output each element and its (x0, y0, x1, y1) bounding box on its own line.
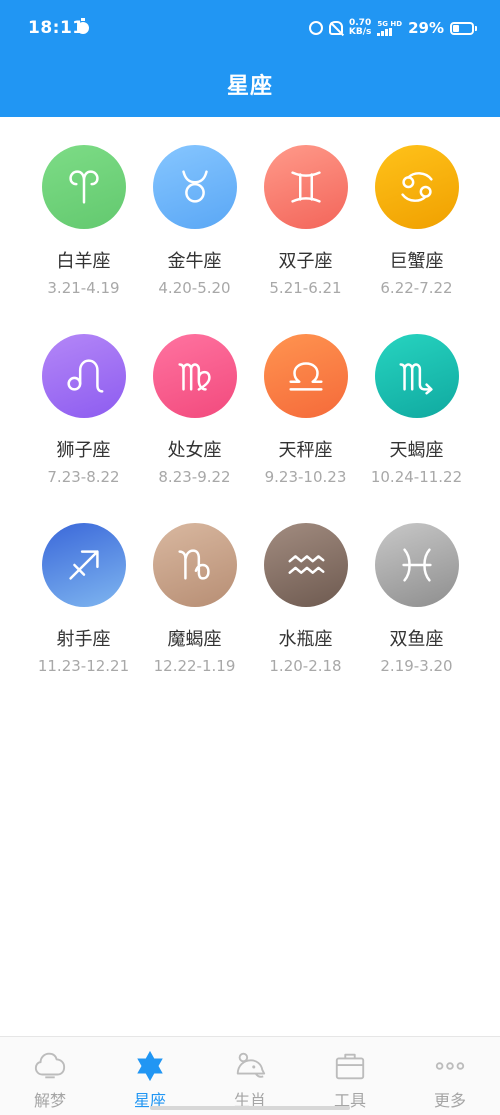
aries-icon (61, 164, 107, 210)
zodiac-name: 狮子座 (56, 440, 111, 461)
zodiac-badge[interactable] (41, 334, 126, 418)
page-title: 星座 (226, 74, 273, 99)
zodiac-dates: 1.20-2.18 (269, 657, 342, 675)
zodiac-item-aquarius[interactable]: 水瓶座 1.20-2.18 (250, 523, 361, 712)
zodiac-badge[interactable] (152, 145, 237, 229)
nav-label: 解梦 (33, 1091, 66, 1110)
zodiac-name: 魔蝎座 (167, 629, 222, 650)
zodiac-item-cancer[interactable]: 巨蟹座 6.22-7.22 (361, 145, 472, 334)
status-bar: 18:11 0.70 KB/s 5G HD 29% (0, 0, 500, 60)
zodiac-badge[interactable] (263, 145, 348, 229)
status-right-icons: 0.70 KB/s 5G HD 29% (308, 16, 477, 40)
zodiac-name: 双鱼座 (389, 629, 444, 650)
aquarius-icon (283, 542, 329, 588)
zodiac-item-capricorn[interactable]: 魔蝎座 12.22-1.19 (139, 523, 250, 712)
nav-item-cloud[interactable]: 解梦 (0, 1037, 100, 1115)
zodiac-name: 天蝎座 (389, 440, 444, 461)
zodiac-badge[interactable] (152, 334, 237, 418)
top-app-bar: 18:11 0.70 KB/s 5G HD 29% 星座 (0, 0, 500, 117)
zodiac-name: 金牛座 (167, 251, 222, 272)
taurus-icon (172, 164, 218, 210)
zodiac-grid: 白羊座 3.21-4.19 金牛座 4.20-5.20 双子座 5.21-6.21 巨蟹座 6… (28, 145, 472, 712)
zodiac-name: 处女座 (167, 440, 222, 461)
zodiac-name: 射手座 (56, 629, 111, 650)
nav-item-toolbox[interactable]: 工具 (300, 1037, 400, 1115)
alarm-icon (308, 21, 323, 35)
network-speed-unit: KB/s (348, 27, 372, 37)
zodiac-item-aries[interactable]: 白羊座 3.21-4.19 (28, 145, 139, 334)
zodiac-dates: 5.21-6.21 (269, 279, 342, 297)
battery-percent: 29% (408, 19, 444, 37)
nav-item-more-dots[interactable]: 更多 (400, 1037, 500, 1115)
mouse-icon (233, 1049, 267, 1083)
zodiac-name: 天秤座 (278, 440, 333, 461)
battery-icon (450, 21, 477, 35)
network-speed: 0.70 KB/s (349, 19, 371, 37)
zodiac-item-gemini[interactable]: 双子座 5.21-6.21 (250, 145, 361, 334)
zodiac-badge[interactable] (263, 334, 348, 418)
virgo-icon (172, 353, 218, 399)
libra-icon (283, 353, 329, 399)
stopwatch-icon (77, 18, 89, 34)
zodiac-dates: 11.23-12.21 (37, 657, 130, 675)
zodiac-dates: 2.19-3.20 (380, 657, 453, 675)
signal-indicator: 5G HD (377, 20, 402, 36)
zodiac-item-virgo[interactable]: 处女座 8.23-9.22 (139, 334, 250, 523)
zodiac-name: 双子座 (278, 251, 333, 272)
zodiac-name: 巨蟹座 (389, 251, 444, 272)
toolbox-icon (333, 1049, 367, 1083)
battery-fill (453, 24, 459, 32)
star-icon (133, 1049, 167, 1083)
zodiac-item-taurus[interactable]: 金牛座 4.20-5.20 (139, 145, 250, 334)
zodiac-badge[interactable] (152, 523, 237, 607)
bottom-navigation: 解梦 星座 生肖 工具更多 (0, 1036, 500, 1115)
zodiac-badge[interactable] (374, 334, 459, 418)
zodiac-item-leo[interactable]: 狮子座 7.23-8.22 (28, 334, 139, 523)
nav-item-star[interactable]: 星座 (100, 1037, 200, 1115)
zodiac-name: 水瓶座 (278, 629, 333, 650)
network-type: 5G HD (377, 20, 403, 28)
zodiac-dates: 8.23-9.22 (158, 468, 231, 486)
pisces-icon (394, 542, 440, 588)
zodiac-badge[interactable] (41, 523, 126, 607)
zodiac-name: 白羊座 (56, 251, 111, 272)
zodiac-dates: 6.22-7.22 (380, 279, 453, 297)
zodiac-badge[interactable] (374, 145, 459, 229)
sagittarius-icon (61, 542, 107, 588)
home-indicator[interactable] (150, 1106, 350, 1110)
nav-label: 更多 (433, 1091, 466, 1110)
zodiac-item-pisces[interactable]: 双鱼座 2.19-3.20 (361, 523, 472, 712)
signal-bars-icon (377, 28, 402, 36)
scorpio-icon (394, 353, 440, 399)
zodiac-dates: 3.21-4.19 (47, 279, 120, 297)
zodiac-item-scorpio[interactable]: 天蝎座 10.24-11.22 (361, 334, 472, 523)
zodiac-item-sagittarius[interactable]: 射手座 11.23-12.21 (28, 523, 139, 712)
zodiac-badge[interactable] (263, 523, 348, 607)
mute-bell-icon (328, 21, 343, 35)
cancer-icon (394, 164, 440, 210)
zodiac-badge[interactable] (41, 145, 126, 229)
capricorn-icon (172, 542, 218, 588)
nav-item-mouse[interactable]: 生肖 (200, 1037, 300, 1115)
zodiac-badge[interactable] (374, 523, 459, 607)
zodiac-dates: 12.22-1.19 (153, 657, 236, 675)
zodiac-dates: 4.20-5.20 (158, 279, 231, 297)
gemini-icon (283, 164, 329, 210)
cloud-icon (33, 1049, 67, 1083)
zodiac-dates: 9.23-10.23 (264, 468, 347, 486)
app-root: 18:11 0.70 KB/s 5G HD 29% 星座 白羊座 3.21-4.… (0, 0, 500, 1115)
zodiac-item-libra[interactable]: 天秤座 9.23-10.23 (250, 334, 361, 523)
zodiac-dates: 10.24-11.22 (370, 468, 463, 486)
leo-icon (61, 353, 107, 399)
zodiac-dates: 7.23-8.22 (47, 468, 120, 486)
more-dots-icon (433, 1049, 467, 1083)
